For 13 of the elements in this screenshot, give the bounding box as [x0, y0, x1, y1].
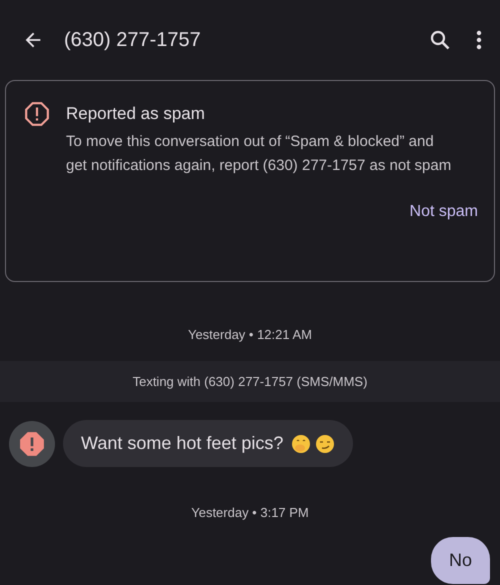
warning-icon	[24, 101, 50, 127]
sent-message-bubble: No	[430, 536, 490, 584]
contact-title: (630) 277-1757	[64, 28, 202, 53]
timestamp: Yesterday • 3:17 PM	[191, 505, 309, 520]
info-banner: Texting with (630) 277-1757 (SMS/MMS)	[0, 360, 500, 402]
hand-over-mouth-face-icon	[291, 434, 312, 454]
timestamp: Yesterday • 12:21 AM	[188, 327, 312, 342]
spam-card-title: Reported as spam	[66, 103, 206, 125]
spam-card-message: To move this conversation out of “Spam & blocked” and get notifications again, report (630) 277-1757 as not spam	[66, 132, 452, 176]
smirking-face-icon	[315, 434, 336, 454]
contact-avatar	[9, 420, 55, 466]
not-spam-button[interactable]: Not spam	[410, 200, 478, 224]
message-text: Want some hot feet pics?	[81, 432, 284, 455]
